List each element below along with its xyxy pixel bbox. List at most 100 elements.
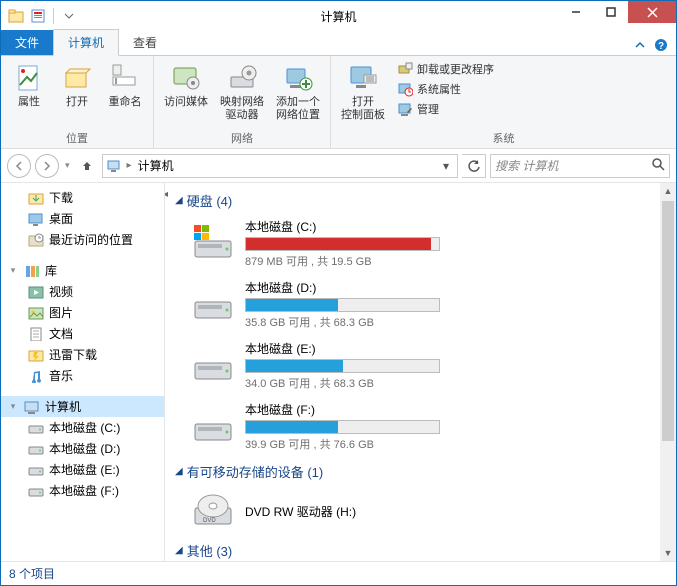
qat-explorer-icon[interactable] bbox=[7, 7, 25, 25]
refresh-button[interactable] bbox=[462, 154, 486, 178]
forward-button[interactable] bbox=[35, 154, 59, 178]
close-button[interactable] bbox=[628, 1, 676, 23]
pictures-icon bbox=[27, 305, 45, 321]
sidebar: 下载 桌面 最近访问的位置 ▾库 视频 图片 文档 迅雷下载 音乐 ▾计算机 本… bbox=[1, 183, 165, 561]
expander-icon[interactable]: ▾ bbox=[7, 401, 19, 412]
properties-icon bbox=[13, 62, 45, 94]
usage-bar bbox=[245, 359, 440, 373]
system-props-icon bbox=[397, 81, 413, 97]
rename-icon bbox=[109, 62, 141, 94]
drive-capacity: 35.8 GB 可用 , 共 68.3 GB bbox=[245, 314, 666, 330]
sidebar-item-videos[interactable]: 视频 bbox=[1, 281, 164, 302]
usage-bar bbox=[245, 237, 440, 251]
hdd-icon bbox=[191, 285, 235, 325]
sidebar-item-computer[interactable]: ▾计算机 bbox=[1, 396, 164, 417]
drive-icon bbox=[27, 441, 45, 457]
chevron-right-icon[interactable]: ▸ bbox=[123, 160, 136, 171]
sidebar-item-downloads[interactable]: 下载 bbox=[1, 187, 164, 208]
open-icon bbox=[61, 62, 93, 94]
uninstall-button[interactable]: 卸载或更改程序 bbox=[395, 60, 496, 78]
qat-properties-icon[interactable] bbox=[29, 7, 47, 25]
rename-button[interactable]: 重命名 bbox=[101, 58, 149, 128]
sidebar-item-disk-e[interactable]: 本地磁盘 (E:) bbox=[1, 459, 164, 480]
collapse-ribbon-icon[interactable] bbox=[634, 39, 646, 54]
manage-button[interactable]: 管理 bbox=[395, 100, 496, 118]
desktop-icon bbox=[27, 211, 45, 227]
drive-name: 本地磁盘 (C:) bbox=[245, 218, 666, 235]
tab-view[interactable]: 查看 bbox=[119, 30, 171, 55]
drive-capacity: 879 MB 可用 , 共 19.5 GB bbox=[245, 253, 666, 269]
sidebar-item-music[interactable]: 音乐 bbox=[1, 365, 164, 386]
open-control-panel-button[interactable]: 打开 控制面板 bbox=[335, 58, 391, 128]
scroll-up-icon[interactable]: ▲ bbox=[660, 183, 676, 199]
minimize-button[interactable] bbox=[558, 1, 593, 23]
sidebar-item-documents[interactable]: 文档 bbox=[1, 323, 164, 344]
window-title: 计算机 bbox=[320, 8, 356, 25]
drive-item[interactable]: 本地磁盘 (D:)35.8 GB 可用 , 共 68.3 GB bbox=[169, 277, 666, 338]
drive-item[interactable]: 本地磁盘 (C:) 879 MB 可用 , 共 19.5 GB bbox=[169, 216, 666, 277]
tab-computer[interactable]: 计算机 bbox=[53, 29, 119, 56]
sidebar-item-disk-c[interactable]: 本地磁盘 (C:) bbox=[1, 417, 164, 438]
history-dropdown-icon[interactable]: ▾ bbox=[63, 160, 72, 171]
drive-capacity: 34.0 GB 可用 , 共 68.3 GB bbox=[245, 375, 666, 391]
add-location-button[interactable]: 添加一个 网络位置 bbox=[270, 58, 326, 128]
breadcrumb-item[interactable]: 计算机 bbox=[136, 157, 176, 174]
drive-name: 本地磁盘 (F:) bbox=[245, 401, 666, 418]
quick-access-toolbar bbox=[1, 7, 78, 25]
sidebar-item-desktop[interactable]: 桌面 bbox=[1, 208, 164, 229]
sidebar-item-disk-f[interactable]: 本地磁盘 (F:) bbox=[1, 480, 164, 501]
splitter-handle[interactable]: ◂ bbox=[165, 189, 171, 199]
sidebar-item-pictures[interactable]: 图片 bbox=[1, 302, 164, 323]
chevron-down-icon: ◢ bbox=[175, 195, 183, 206]
manage-icon bbox=[397, 101, 413, 117]
usage-bar bbox=[245, 420, 440, 434]
drive-name: 本地磁盘 (E:) bbox=[245, 340, 666, 357]
drive-icon bbox=[27, 462, 45, 478]
scroll-down-icon[interactable]: ▼ bbox=[660, 545, 676, 561]
expander-icon[interactable]: ▾ bbox=[7, 265, 19, 276]
sidebar-item-recent[interactable]: 最近访问的位置 bbox=[1, 229, 164, 250]
scrollbar[interactable]: ▲ ▼ bbox=[660, 183, 676, 561]
access-media-button[interactable]: 访问媒体 bbox=[158, 58, 214, 128]
back-button[interactable] bbox=[7, 154, 31, 178]
tab-file[interactable]: 文件 bbox=[1, 30, 53, 55]
maximize-button[interactable] bbox=[593, 1, 628, 23]
chevron-down-icon[interactable]: ▾ bbox=[437, 159, 455, 173]
up-button[interactable] bbox=[76, 155, 98, 177]
dvd-drive-item[interactable]: DVD DVD RW 驱动器 (H:) bbox=[169, 487, 666, 539]
drive-item[interactable]: 本地磁盘 (F:) 39.9 GB 可用 , 共 76.6 GB bbox=[169, 399, 666, 460]
drive-capacity: 39.9 GB 可用 , 共 76.6 GB bbox=[245, 436, 666, 452]
svg-text:DVD: DVD bbox=[203, 518, 216, 524]
window-controls bbox=[558, 1, 676, 31]
videos-icon bbox=[27, 284, 45, 300]
section-hdd[interactable]: ◢ 硬盘 (4) bbox=[169, 189, 666, 216]
music-icon bbox=[27, 368, 45, 384]
breadcrumb[interactable]: ▸ 计算机 ▾ bbox=[102, 154, 458, 178]
system-properties-button[interactable]: 系统属性 bbox=[395, 80, 496, 98]
map-drive-icon bbox=[226, 62, 258, 94]
section-other[interactable]: ◢ 其他 (3) bbox=[169, 539, 666, 561]
search-box[interactable] bbox=[490, 154, 670, 178]
search-icon[interactable] bbox=[651, 157, 665, 174]
qat-dropdown-icon[interactable] bbox=[60, 7, 78, 25]
ribbon-group-system: 打开 控制面板 卸载或更改程序 系统属性 管理 系统 bbox=[331, 56, 676, 148]
help-icon[interactable]: ? bbox=[654, 38, 668, 55]
section-removable[interactable]: ◢ 有可移动存储的设备 (1) bbox=[169, 460, 666, 487]
status-text: 8 个项目 bbox=[9, 565, 55, 582]
body: 下载 桌面 最近访问的位置 ▾库 视频 图片 文档 迅雷下载 音乐 ▾计算机 本… bbox=[1, 183, 676, 561]
titlebar: 计算机 bbox=[1, 1, 676, 31]
sidebar-item-xunlei[interactable]: 迅雷下载 bbox=[1, 344, 164, 365]
drive-icon bbox=[27, 483, 45, 499]
open-button[interactable]: 打开 bbox=[53, 58, 101, 128]
search-input[interactable] bbox=[495, 159, 651, 173]
sidebar-item-disk-d[interactable]: 本地磁盘 (D:) bbox=[1, 438, 164, 459]
sidebar-item-libraries[interactable]: ▾库 bbox=[1, 260, 164, 281]
drive-icon bbox=[27, 420, 45, 436]
scroll-thumb[interactable] bbox=[662, 201, 674, 441]
drive-item[interactable]: 本地磁盘 (E:) 34.0 GB 可用 , 共 68.3 GB bbox=[169, 338, 666, 399]
ribbon: 属性 打开 重命名 位置 访问媒体 映射网络 驱动器 bbox=[1, 55, 676, 149]
properties-button[interactable]: 属性 bbox=[5, 58, 53, 128]
ribbon-tabstrip: 文件 计算机 查看 ? bbox=[1, 31, 676, 55]
map-drive-button[interactable]: 映射网络 驱动器 bbox=[214, 58, 270, 128]
hdd-icon bbox=[191, 224, 235, 264]
